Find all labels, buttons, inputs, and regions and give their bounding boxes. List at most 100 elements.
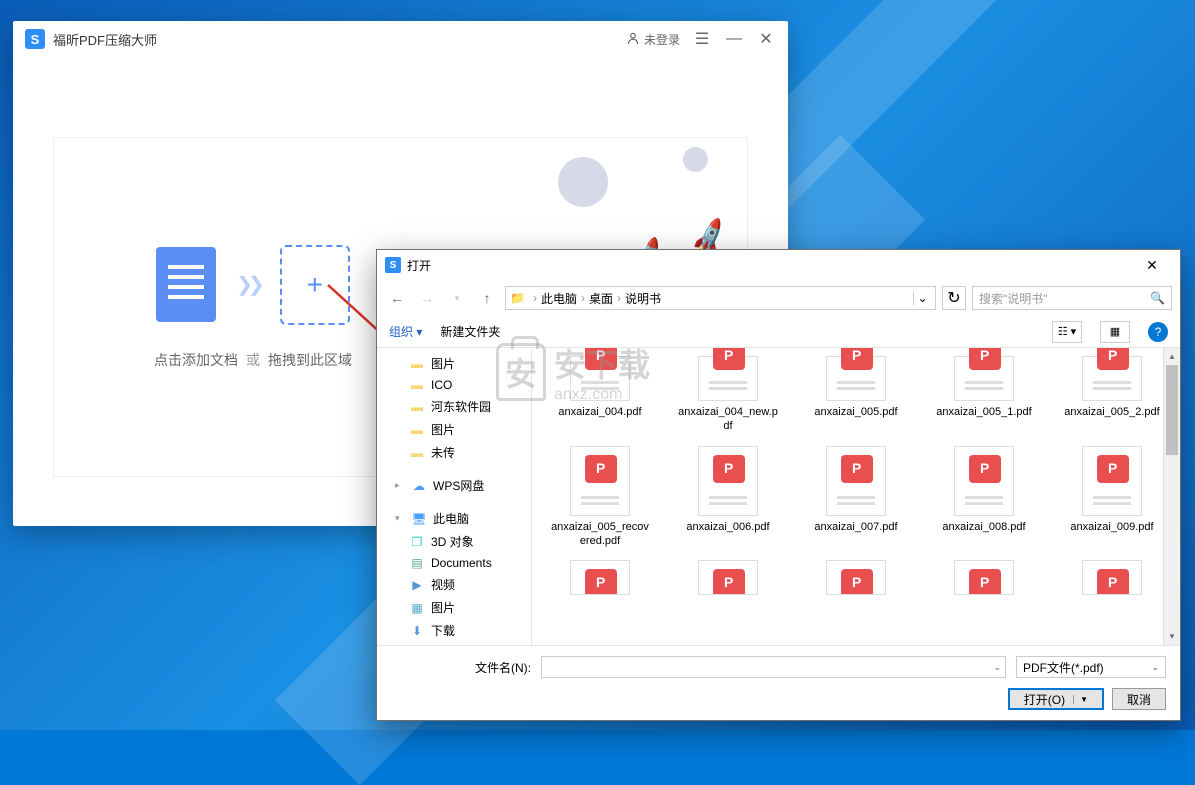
pdf-icon (826, 356, 886, 401)
file-filter-select[interactable]: PDF文件(*.pdf) ⌄ (1016, 656, 1166, 678)
folder-icon: ▬ (409, 446, 425, 460)
file-item[interactable]: anxaizai_005_2.pdf (1052, 356, 1172, 434)
pdf-icon (1082, 356, 1142, 401)
file-open-dialog: S 打开 ✕ ← → ▾ ↑ 📁 › 此电脑 › 桌面 › 说明书 ⌄ ↻ 搜索… (376, 249, 1181, 721)
dialog-footer: 文件名(N): ⌄ PDF文件(*.pdf) ⌄ 打开(O)▼ 取消 (377, 645, 1180, 720)
dialog-toolbar: 组织 ▾ 新建文件夹 ☷ ▾ ▦ ? (377, 316, 1180, 348)
new-folder-button[interactable]: 新建文件夹 (440, 323, 500, 340)
search-icon: 🔍 (1150, 291, 1165, 305)
documents-icon: ▤ (409, 556, 425, 570)
pdf-icon (698, 446, 758, 516)
folder-icon: ▬ (409, 400, 425, 414)
filename-input[interactable]: ⌄ (541, 656, 1006, 678)
tree-item[interactable]: ▬未传 (377, 441, 531, 464)
dialog-close-button[interactable]: ✕ (1132, 251, 1172, 279)
tree-item[interactable]: ▬图片 (377, 418, 531, 441)
pdf-icon (698, 560, 758, 595)
user-icon (626, 31, 640, 48)
file-item[interactable]: anxaizai_005_recovered.pdf (540, 446, 660, 549)
breadcrumb-item[interactable]: 说明书 (625, 290, 661, 307)
dialog-titlebar[interactable]: S 打开 ✕ (377, 250, 1180, 280)
refresh-button[interactable]: ↻ (942, 286, 966, 310)
file-item[interactable]: anxaizai_005_1.pdf (924, 356, 1044, 434)
search-input[interactable]: 搜索"说明书" 🔍 (972, 286, 1172, 310)
view-mode-button[interactable]: ☷ ▾ (1052, 321, 1082, 343)
help-button[interactable]: ? (1148, 322, 1168, 342)
dialog-nav: ← → ▾ ↑ 📁 › 此电脑 › 桌面 › 说明书 ⌄ ↻ 搜索"说明书" 🔍 (377, 280, 1180, 316)
pdf-icon (954, 560, 1014, 595)
breadcrumb[interactable]: 📁 › 此电脑 › 桌面 › 说明书 ⌄ (505, 286, 936, 310)
folder-icon: 📁 (510, 291, 525, 305)
file-item[interactable]: anxaizai_005.pdf (796, 356, 916, 434)
tree-item[interactable]: ▬ICO (377, 375, 531, 395)
file-item[interactable]: anxaizai_008.pdf (924, 446, 1044, 549)
folder-tree[interactable]: ▬图片 ▬ICO ▬河东软件园 ▬图片 ▬未传 ▸☁WPS网盘 ▾🖥此电脑 ❒3… (377, 348, 532, 645)
cloud-icon: ☁ (411, 479, 427, 493)
document-icon (156, 247, 216, 322)
file-item[interactable]: anxaizai_004_new.pdf (668, 356, 788, 434)
file-item[interactable]: anxaizai_009.pdf (1052, 446, 1172, 549)
pdf-icon (698, 356, 758, 401)
computer-icon: 🖥 (411, 512, 427, 526)
pdf-icon (570, 446, 630, 516)
drop-text: 点击添加文档或拖拽到此区域 (154, 350, 352, 370)
file-item[interactable] (796, 560, 916, 599)
dialog-logo-icon: S (385, 257, 401, 273)
scroll-thumb[interactable] (1166, 365, 1178, 455)
organize-button[interactable]: 组织 ▾ (389, 323, 422, 340)
back-button[interactable]: ← (385, 286, 409, 310)
breadcrumb-item[interactable]: 此电脑 (541, 290, 577, 307)
minimize-button[interactable]: — (724, 29, 744, 49)
file-item[interactable] (668, 560, 788, 599)
file-item[interactable]: anxaizai_006.pdf (668, 446, 788, 549)
3d-icon: ❒ (409, 535, 425, 549)
app-title: 福昕PDF压缩大师 (53, 30, 626, 49)
filename-label: 文件名(N): (471, 659, 531, 676)
recent-dropdown[interactable]: ▾ (445, 286, 469, 310)
breadcrumb-item[interactable]: 桌面 (589, 290, 613, 307)
folder-icon: ▬ (409, 378, 425, 392)
pictures-icon: ▦ (409, 601, 425, 615)
login-label: 未登录 (644, 31, 680, 48)
chevron-down-icon: ⌄ (1151, 662, 1159, 673)
open-button[interactable]: 打开(O)▼ (1008, 688, 1104, 710)
file-item[interactable]: anxaizai_007.pdf (796, 446, 916, 549)
tree-item[interactable]: ▶视频 (377, 573, 531, 596)
cancel-button[interactable]: 取消 (1112, 688, 1166, 710)
tree-item[interactable]: ▤Documents (377, 553, 531, 573)
add-button[interactable]: + (280, 245, 350, 325)
scroll-down-icon[interactable]: ▾ (1164, 628, 1180, 645)
tree-item[interactable]: ▬图片 (377, 352, 531, 375)
pdf-icon (826, 446, 886, 516)
app-titlebar[interactable]: S 福昕PDF压缩大师 未登录 ☰ — ✕ (13, 21, 788, 57)
video-icon: ▶ (409, 578, 425, 592)
file-item[interactable] (540, 560, 660, 599)
dialog-title: 打开 (407, 257, 1132, 274)
file-item[interactable] (1052, 560, 1172, 599)
close-button[interactable]: ✕ (756, 29, 776, 49)
login-button[interactable]: 未登录 (626, 31, 680, 48)
pdf-icon (570, 560, 630, 595)
tree-item[interactable]: ❒3D 对象 (377, 530, 531, 553)
file-item[interactable]: anxaizai_004.pdf (540, 356, 660, 434)
tree-item-pc[interactable]: ▾🖥此电脑 (377, 507, 531, 530)
pdf-icon (1082, 446, 1142, 516)
pdf-icon (570, 356, 630, 401)
scrollbar[interactable]: ▴ ▾ (1163, 348, 1180, 645)
path-dropdown[interactable]: ⌄ (913, 291, 931, 305)
forward-button[interactable]: → (415, 286, 439, 310)
dropdown-icon[interactable]: ▼ (1073, 695, 1088, 704)
file-list[interactable]: anxaizai_004.pdf anxaizai_004_new.pdf an… (532, 348, 1180, 645)
pdf-icon (826, 560, 886, 595)
up-button[interactable]: ↑ (475, 286, 499, 310)
tree-item[interactable]: ▬河东软件园 (377, 395, 531, 418)
tree-item[interactable]: ▦图片 (377, 596, 531, 619)
file-item[interactable] (924, 560, 1044, 599)
downloads-icon: ⬇ (409, 624, 425, 638)
app-logo-icon: S (25, 29, 45, 49)
tree-item-wps[interactable]: ▸☁WPS网盘 (377, 474, 531, 497)
scroll-up-icon[interactable]: ▴ (1164, 348, 1180, 365)
preview-button[interactable]: ▦ (1100, 321, 1130, 343)
tree-item[interactable]: ⬇下载 (377, 619, 531, 642)
menu-icon[interactable]: ☰ (692, 29, 712, 49)
